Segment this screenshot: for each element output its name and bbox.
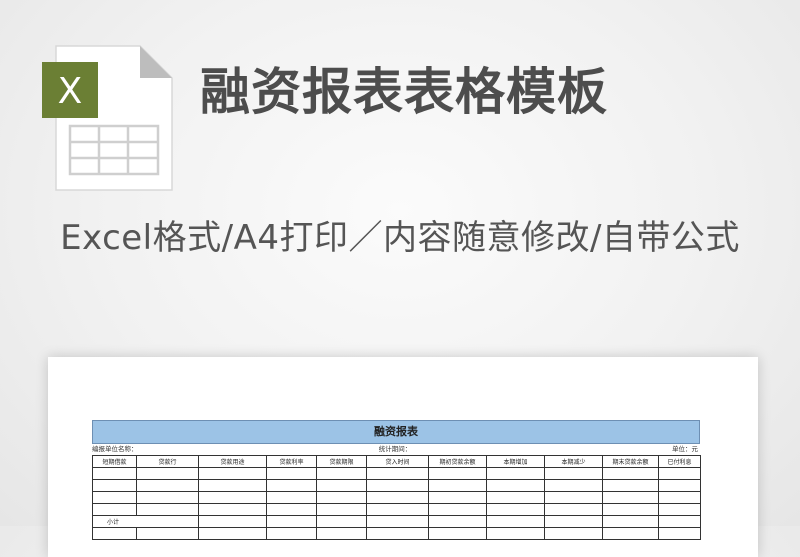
sheet-meta-row: 编报单位名称： 统计期间： 单位：元 bbox=[92, 444, 700, 455]
page-title: 融资报表表格模板 bbox=[200, 63, 608, 121]
column-header: 已付利息 bbox=[658, 455, 701, 468]
column-header: 本期减少 bbox=[544, 455, 603, 468]
excel-x-letter: X bbox=[58, 71, 83, 112]
table-row bbox=[92, 527, 701, 540]
sheet-title: 融资报表 bbox=[92, 420, 700, 444]
statistics-period-label: 统计期间： bbox=[378, 445, 412, 453]
table-header-row: 短期借款 贷款行 贷款用途 贷款利率 贷款期限 贷入时间 期初贷款余额 本期增加… bbox=[92, 455, 701, 468]
column-header: 贷款行 bbox=[136, 455, 199, 468]
table-row bbox=[92, 467, 701, 480]
reporting-unit-label: 编报单位名称： bbox=[92, 445, 138, 453]
financing-report-sheet: 融资报表 编报单位名称： 统计期间： 单位：元 短期借款 贷款行 贷款用途 贷款… bbox=[92, 420, 701, 540]
column-header: 短期借款 bbox=[92, 455, 137, 468]
column-header: 贷款利率 bbox=[266, 455, 317, 468]
financing-table: 短期借款 贷款行 贷款用途 贷款利率 贷款期限 贷入时间 期初贷款余额 本期增加… bbox=[92, 455, 701, 540]
table-row bbox=[92, 491, 701, 504]
column-header: 贷款期限 bbox=[316, 455, 367, 468]
column-header: 期末贷款余额 bbox=[602, 455, 659, 468]
unit-label: 单位：元 bbox=[672, 445, 698, 453]
column-header: 贷入时间 bbox=[366, 455, 429, 468]
table-row bbox=[92, 479, 701, 492]
column-header: 贷款用途 bbox=[198, 455, 267, 468]
column-header: 期初贷款余额 bbox=[428, 455, 487, 468]
column-header: 本期增加 bbox=[486, 455, 545, 468]
excel-file-icon: X bbox=[42, 45, 173, 191]
spreadsheet-preview: 融资报表 编报单位名称： 统计期间： 单位：元 短期借款 贷款行 贷款用途 贷款… bbox=[48, 357, 758, 557]
page-subtitle: Excel格式/A4打印／内容随意修改/自带公式 bbox=[60, 218, 740, 258]
table-row bbox=[92, 503, 701, 516]
